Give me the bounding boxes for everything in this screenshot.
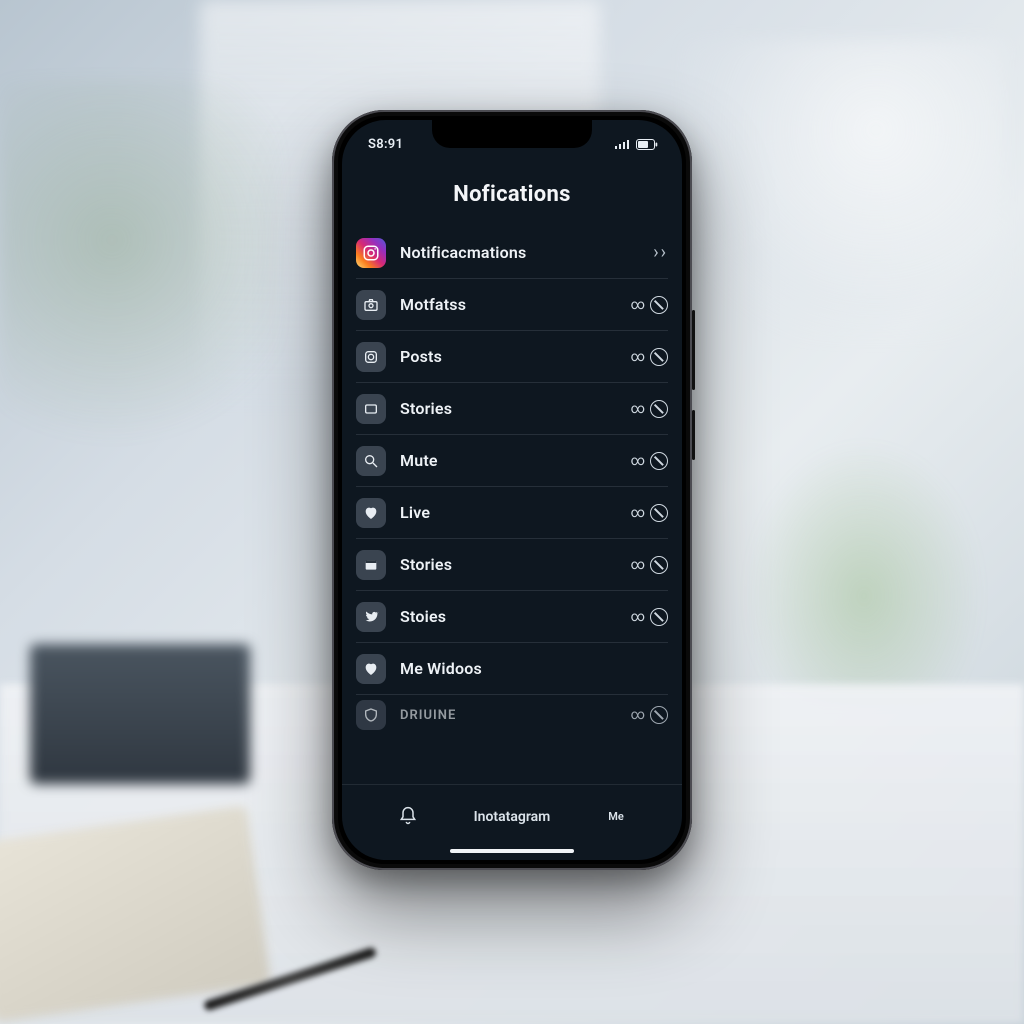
shield-icon bbox=[356, 700, 386, 730]
heart-icon bbox=[356, 654, 386, 684]
mute-icon bbox=[650, 296, 668, 314]
mute-icon bbox=[650, 556, 668, 574]
card-icon bbox=[356, 550, 386, 580]
settings-list: Notificacmations ›› Motfatss ∞ Posts ∞ bbox=[342, 227, 682, 784]
tab-me[interactable]: Me bbox=[586, 810, 646, 823]
tab-label: Inotatagram bbox=[474, 809, 551, 825]
phone-notch bbox=[432, 120, 592, 148]
square-o-icon bbox=[356, 342, 386, 372]
row-live[interactable]: Live ∞ bbox=[356, 487, 668, 539]
heart-icon bbox=[356, 498, 386, 528]
infinity-icon: ∞ bbox=[631, 707, 644, 723]
row-stories[interactable]: Stories ∞ bbox=[356, 383, 668, 435]
row-driuine[interactable]: Driuine ∞ bbox=[356, 695, 668, 735]
background-plant bbox=[0, 80, 280, 480]
rect-icon bbox=[356, 394, 386, 424]
infinity-icon: ∞ bbox=[631, 401, 644, 417]
tab-bar: Inotatagram Me bbox=[342, 784, 682, 860]
row-me-widoos[interactable]: Me Widoos bbox=[356, 643, 668, 695]
mute-icon bbox=[650, 452, 668, 470]
row-label: Live bbox=[400, 503, 617, 522]
camera-icon bbox=[356, 290, 386, 320]
tab-label: Me bbox=[608, 810, 624, 823]
row-label: Driuine bbox=[400, 708, 617, 723]
row-stoies[interactable]: Stoies ∞ bbox=[356, 591, 668, 643]
phone-device: S8:91 Nofications Notificacmations ›› bbox=[332, 110, 692, 870]
row-stories-2[interactable]: Stories ∞ bbox=[356, 539, 668, 591]
row-label: Stories bbox=[400, 399, 617, 418]
infinity-icon: ∞ bbox=[631, 609, 644, 625]
mute-icon bbox=[650, 504, 668, 522]
phone-screen: S8:91 Nofications Notificacmations ›› bbox=[342, 120, 682, 860]
background-plant bbox=[744, 440, 984, 700]
row-label: Motfatss bbox=[400, 295, 617, 314]
status-time: S8:91 bbox=[368, 137, 403, 152]
row-label: Stories bbox=[400, 555, 617, 574]
row-label: Stoies bbox=[400, 607, 617, 626]
infinity-icon: ∞ bbox=[631, 505, 644, 521]
home-indicator[interactable] bbox=[450, 849, 574, 853]
bell-icon bbox=[398, 806, 418, 826]
row-label: Me Widoos bbox=[400, 659, 654, 678]
row-label: Mute bbox=[400, 451, 617, 470]
row-posts[interactable]: Posts ∞ bbox=[356, 331, 668, 383]
instagram-icon bbox=[356, 238, 386, 268]
signal-icon bbox=[615, 139, 631, 149]
battery-icon bbox=[636, 139, 658, 150]
infinity-icon: ∞ bbox=[631, 297, 644, 313]
background-lamp bbox=[684, 40, 1004, 340]
tab-notifications[interactable] bbox=[378, 806, 438, 828]
mute-icon bbox=[650, 400, 668, 418]
infinity-icon: ∞ bbox=[631, 557, 644, 573]
infinity-icon: ∞ bbox=[631, 349, 644, 365]
row-mute[interactable]: Mute ∞ bbox=[356, 435, 668, 487]
bird-icon bbox=[356, 602, 386, 632]
page-title: Nofications bbox=[342, 164, 682, 227]
mute-icon bbox=[650, 608, 668, 626]
row-label: Posts bbox=[400, 347, 617, 366]
search-icon bbox=[356, 446, 386, 476]
tab-instagram[interactable]: Inotatagram bbox=[474, 809, 551, 825]
chevron-right-icon: ›› bbox=[653, 242, 668, 263]
row-notifications[interactable]: Notificacmations ›› bbox=[356, 227, 668, 279]
mute-icon bbox=[650, 706, 668, 724]
infinity-icon: ∞ bbox=[631, 453, 644, 469]
row-label: Notificacmations bbox=[400, 243, 639, 262]
mute-icon bbox=[650, 348, 668, 366]
row-motfatss[interactable]: Motfatss ∞ bbox=[356, 279, 668, 331]
background-book bbox=[30, 644, 250, 784]
